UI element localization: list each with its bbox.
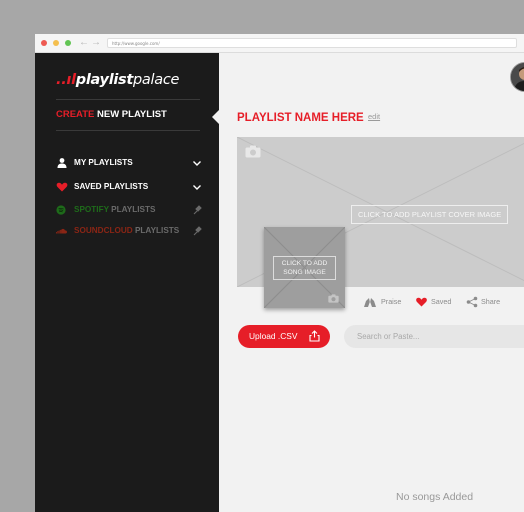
address-bar[interactable]: http://www.google.com/ xyxy=(107,38,517,48)
browser-window: ← → http://www.google.com/ ..ılplaylistp… xyxy=(35,34,524,512)
active-pointer xyxy=(212,110,219,124)
upload-icon xyxy=(309,330,320,342)
soundcloud-icon xyxy=(56,228,67,234)
camera-icon xyxy=(245,145,261,158)
share-label: Share xyxy=(481,297,501,306)
chevron-down-icon[interactable] xyxy=(192,181,202,193)
avatar[interactable] xyxy=(510,62,524,92)
soundcloud-brand-label: SOUNDCLOUD xyxy=(74,226,133,235)
share-icon xyxy=(466,296,478,308)
pin-icon[interactable] xyxy=(192,225,202,237)
upload-csv-button[interactable]: Upload .CSV xyxy=(238,325,330,348)
sidebar-item-spotify-playlists[interactable]: SPOTIFY PLAYLISTS xyxy=(56,204,202,216)
create-label-red: CREATE xyxy=(56,109,95,120)
heart-icon xyxy=(416,297,427,307)
playlists-label: PLAYLISTS xyxy=(111,205,156,214)
add-cover-image-button[interactable]: CLICK TO ADD PLAYLIST COVER IMAGE xyxy=(351,205,509,224)
sidebar-item-soundcloud-playlists[interactable]: SOUNDCLOUD PLAYLISTS xyxy=(56,225,202,237)
add-song-image-button[interactable]: CLICK TO ADD SONG IMAGE xyxy=(273,256,336,280)
playlists-label: PLAYLISTS xyxy=(134,226,180,235)
browser-toolbar: ← → http://www.google.com/ xyxy=(35,34,524,53)
back-arrow-icon[interactable]: ← xyxy=(79,37,89,49)
logo-word-bold: playlist xyxy=(75,72,134,88)
empty-state-text: No songs Added xyxy=(396,491,474,503)
edit-title-link[interactable]: edit xyxy=(368,112,380,122)
praise-hands-icon xyxy=(364,298,376,307)
song-button-line2: SONG IMAGE xyxy=(283,269,326,276)
maximize-window-button[interactable] xyxy=(65,40,71,46)
create-new-playlist-button[interactable]: CREATE NEW PLAYLIST xyxy=(56,109,167,121)
saved-label: Saved xyxy=(431,297,452,306)
song-button-line1: CLICK TO ADD xyxy=(281,260,328,267)
app-logo[interactable]: ..ılplaylistpalace xyxy=(56,72,179,88)
upload-label: Upload .CSV xyxy=(249,331,298,341)
sidebar-divider xyxy=(56,130,200,131)
search-input[interactable] xyxy=(344,325,524,348)
user-photo-icon xyxy=(511,63,524,91)
sidebar-item-label: MY PLAYLISTS xyxy=(74,158,133,167)
user-icon xyxy=(57,158,67,168)
forward-arrow-icon[interactable]: → xyxy=(91,37,101,49)
logo-word-light: palace xyxy=(133,72,180,88)
spotify-brand-label: SPOTIFY xyxy=(74,205,109,214)
sidebar-item-label: SPOTIFY PLAYLISTS xyxy=(74,205,155,215)
spotify-icon xyxy=(56,205,66,215)
praise-label: Praise xyxy=(381,297,402,306)
camera-icon xyxy=(328,294,339,303)
create-label-white: NEW PLAYLIST xyxy=(97,109,167,120)
sidebar-divider xyxy=(56,99,200,100)
close-window-button[interactable] xyxy=(41,40,47,46)
logo-signal-icon: ..ıl xyxy=(56,72,76,88)
playlist-title[interactable]: PLAYLIST NAME HERE xyxy=(237,111,364,125)
minimize-window-button[interactable] xyxy=(53,40,59,46)
sidebar-item-label: SOUNDCLOUD PLAYLISTS xyxy=(74,226,179,236)
address-bar-url: http://www.google.com/ xyxy=(112,41,160,46)
sidebar: ..ılplaylistpalace CREATE NEW PLAYLIST M… xyxy=(35,53,219,512)
heart-icon xyxy=(56,182,68,192)
sidebar-item-my-playlists[interactable]: MY PLAYLISTS xyxy=(56,157,202,169)
song-image-box[interactable]: CLICK TO ADD SONG IMAGE xyxy=(264,227,345,308)
sidebar-item-label: SAVED PLAYLISTS xyxy=(74,182,149,191)
sidebar-item-saved-playlists[interactable]: SAVED PLAYLISTS xyxy=(56,181,202,193)
chevron-down-icon[interactable] xyxy=(192,157,202,169)
pin-icon[interactable] xyxy=(192,204,202,216)
